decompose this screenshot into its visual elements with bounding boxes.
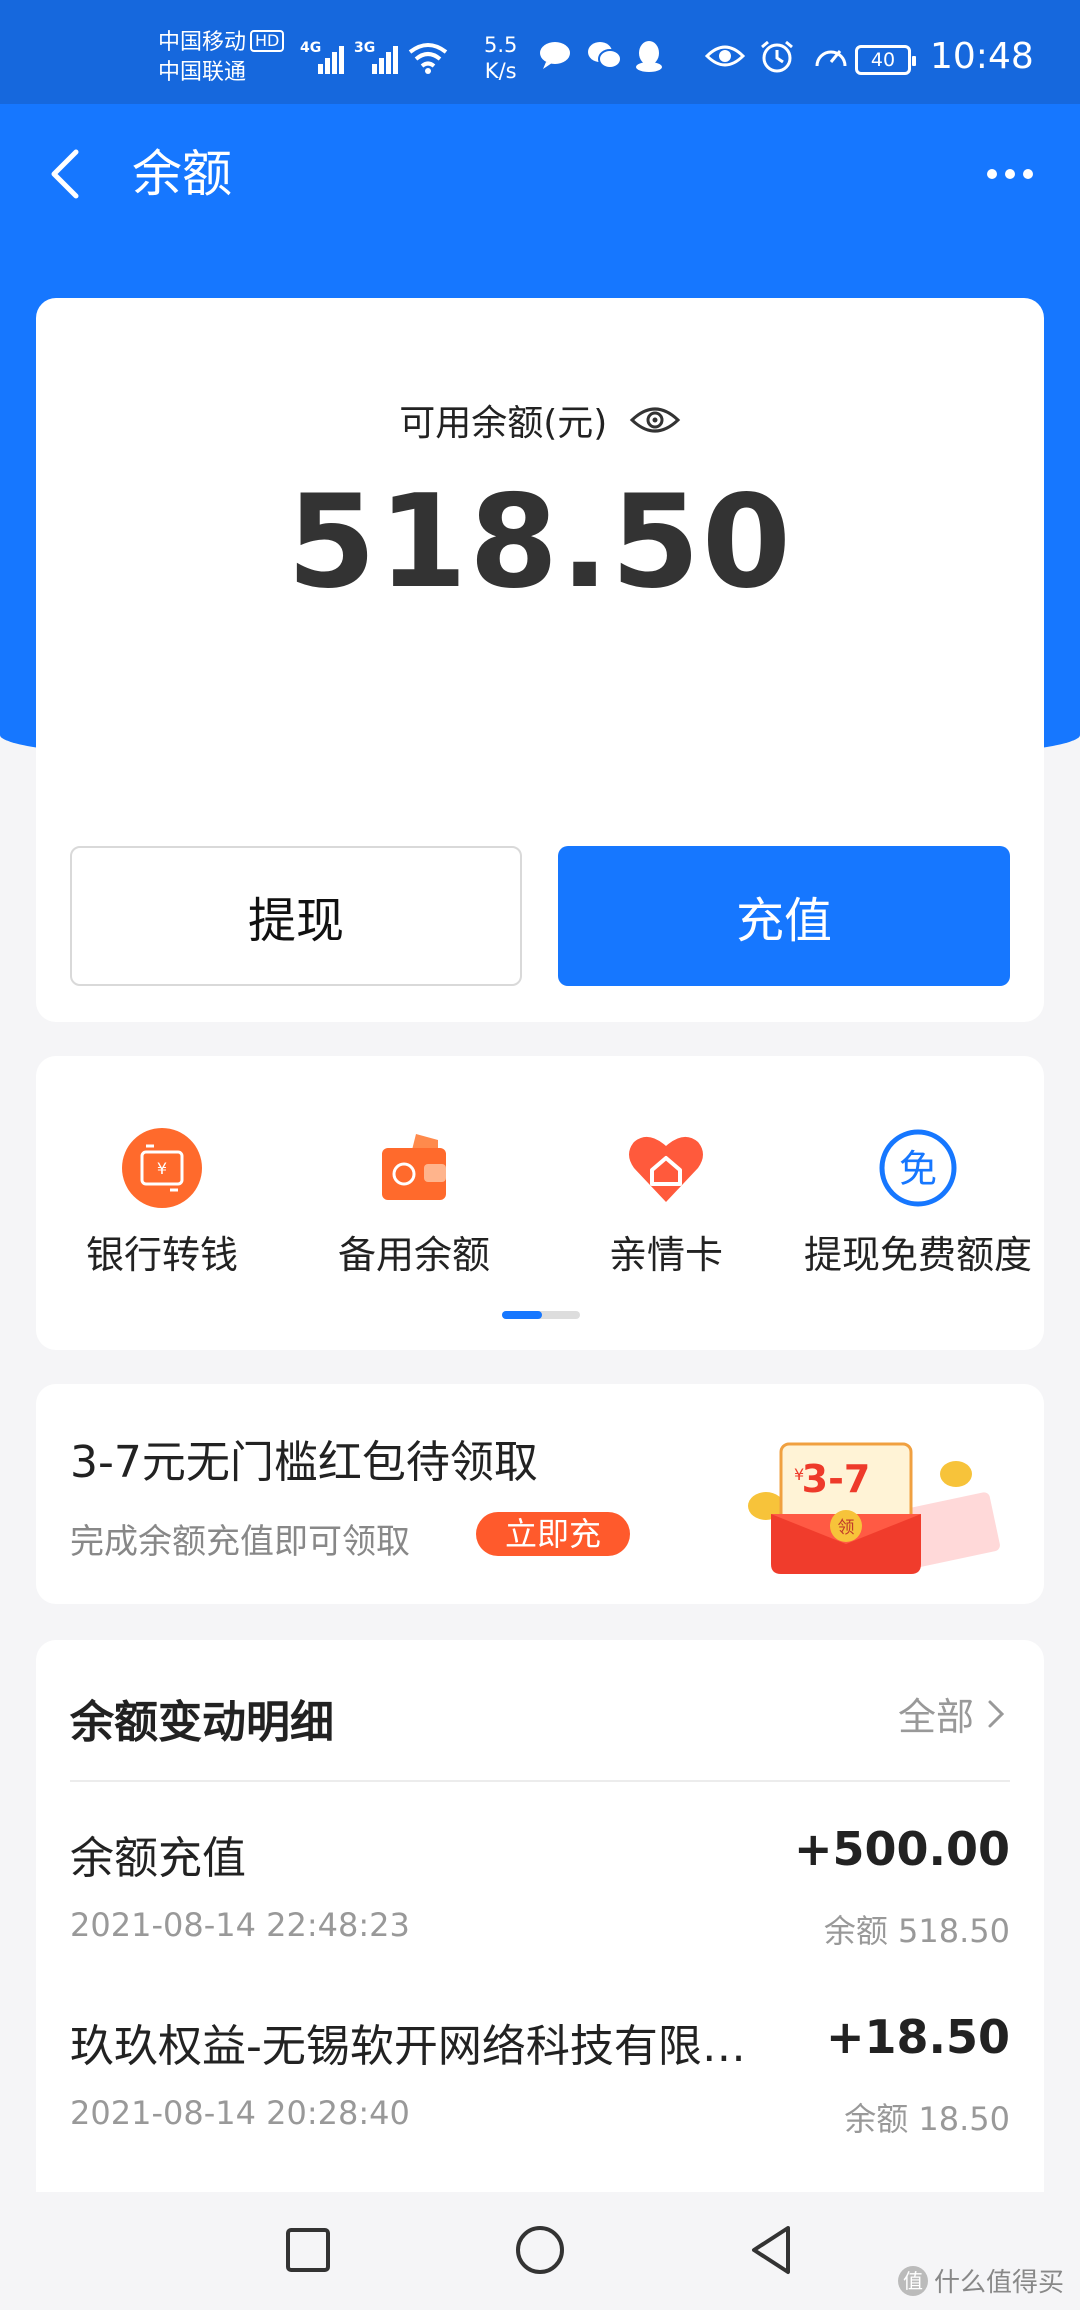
service-family-card[interactable]: 亲情卡 <box>540 1126 792 1279</box>
balance-card: 可用余额(元) 518.50 提现 充值 <box>36 298 1044 1022</box>
alarm-icon <box>759 40 797 73</box>
promo-subtitle: 完成余额充值即可领取 <box>70 1522 410 1562</box>
wifi-icon <box>408 43 448 74</box>
transactions-card: 余额变动明细 全部 余额充值 +500.00 2021-08-14 22:48:… <box>36 1640 1044 2200</box>
services-card: ¥ 银行转钱 备用余额 亲情卡 免 提现免费额度 <box>36 1056 1044 1350</box>
chevron-right-icon <box>988 1700 1005 1727</box>
network-speed-value: 5.5 <box>484 33 518 57</box>
wechat-icon <box>586 40 622 70</box>
app-header: 余额 <box>0 104 1080 244</box>
transaction-balance: 余额 518.50 <box>823 1912 1010 1950</box>
watermark-text: 什么值得买 <box>933 2268 1064 2298</box>
balance-amount: 518.50 <box>287 468 793 617</box>
promo-image-currency: ¥ <box>794 1465 804 1484</box>
eye-toggle-icon[interactable] <box>629 402 681 438</box>
service-free-quota[interactable]: 免 提现免费额度 <box>792 1126 1044 1279</box>
transaction-amount: +500.00 <box>793 1822 1010 1876</box>
signal-3g-label: 3G <box>354 40 376 56</box>
signal-group: 4G 3G <box>300 38 448 74</box>
transaction-time: 2021-08-14 22:48:23 <box>70 1906 410 1944</box>
bank-transfer-icon: ¥ <box>122 1128 202 1208</box>
balance-label: 可用余额(元) <box>399 403 608 444</box>
free-quota-char: 免 <box>899 1147 937 1191</box>
network-speed-unit: K/s <box>484 59 517 83</box>
signal-4g-label: 4G <box>300 40 322 56</box>
battery-level: 40 <box>870 49 896 71</box>
transaction-time: 2021-08-14 20:28:40 <box>70 2094 410 2132</box>
service-label: 提现免费额度 <box>803 1233 1032 1277</box>
system-icons <box>704 40 851 73</box>
status-bar: 中国移动 HD 中国联通 4G 3G 5.5 K/s 40 10:48 <box>0 0 1080 104</box>
svg-text:¥: ¥ <box>157 1159 167 1178</box>
more-dot-icon <box>987 169 997 179</box>
message-icon <box>538 40 572 70</box>
carrier-2: 中国联通 <box>158 60 247 85</box>
recharge-button[interactable]: 充值 <box>558 846 1010 986</box>
family-card-icon <box>629 1136 703 1202</box>
page-title: 余额 <box>132 145 232 203</box>
divider <box>70 1780 1010 1782</box>
clock: 10:48 <box>930 36 1034 77</box>
more-options-button[interactable] <box>980 144 1040 204</box>
service-label: 银行转钱 <box>85 1233 238 1277</box>
promo-title: 3-7元无门槛红包待领取 <box>70 1437 538 1488</box>
chevron-left-icon <box>51 149 79 199</box>
transactions-title: 余额变动明细 <box>70 1697 334 1748</box>
battery-icon: 40 <box>855 45 916 75</box>
transaction-row[interactable]: 余额充值 +500.00 2021-08-14 22:48:23 余额 518.… <box>70 1822 1010 1982</box>
back-button[interactable] <box>40 142 90 206</box>
promo-card[interactable]: 3-7元无门槛红包待领取 完成余额充值即可领取 立即充 3-7 ¥ 领 <box>36 1384 1044 1604</box>
withdraw-button[interactable]: 提现 <box>70 846 522 986</box>
carrier-1: 中国移动 <box>158 30 247 55</box>
speedometer-icon <box>813 40 851 72</box>
transaction-name: 余额充值 <box>70 1833 246 1884</box>
transaction-balance: 余额 18.50 <box>844 2100 1010 2138</box>
network-speed: 5.5 K/s <box>484 32 517 84</box>
watermark-logo: 值 <box>897 2265 928 2296</box>
carrier-info: 中国移动 HD 中国联通 <box>158 28 285 88</box>
page-indicator-active <box>502 1311 542 1319</box>
signal-3g-icon: 3G <box>354 38 398 74</box>
balance-label-row: 可用余额(元) <box>36 394 1044 446</box>
service-bank-transfer[interactable]: ¥ 银行转钱 <box>36 1126 288 1279</box>
transaction-row[interactable]: 玖玖权益-无锡软开网络科技有限… +18.50 2021-08-14 20:28… <box>70 2010 1010 2170</box>
service-label: 备用余额 <box>337 1233 490 1277</box>
notification-icons <box>538 40 668 72</box>
services-page-indicator <box>502 1311 580 1319</box>
watermark: 值 什么值得买 <box>897 2262 1064 2299</box>
back-nav-button[interactable] <box>742 2220 802 2280</box>
more-dot-icon <box>1023 169 1033 179</box>
more-dot-icon <box>1005 169 1015 179</box>
transaction-name: 玖玖权益-无锡软开网络科技有限… <box>70 2021 746 2072</box>
service-label: 亲情卡 <box>608 1233 723 1277</box>
recent-apps-button[interactable] <box>278 2220 338 2280</box>
home-button[interactable] <box>510 2220 570 2280</box>
eye-comfort-icon <box>704 40 746 72</box>
qq-icon <box>634 40 668 72</box>
service-backup-balance[interactable]: 备用余额 <box>288 1126 540 1279</box>
view-all-label: 全部 <box>897 1695 974 1739</box>
transaction-amount: +18.50 <box>825 2010 1010 2064</box>
view-all-link[interactable]: 全部 <box>898 1686 1006 1741</box>
free-quota-icon: 免 <box>879 1129 957 1207</box>
promo-recharge-button[interactable]: 立即充 <box>476 1512 630 1556</box>
red-envelope-image: 3-7 ¥ 领 <box>748 1442 1000 1574</box>
signal-4g-icon: 4G <box>300 38 344 74</box>
wallet-icon <box>382 1134 446 1200</box>
hd-badge: HD <box>250 30 285 52</box>
promo-image-amount: 3-7 <box>802 1457 871 1501</box>
promo-image-badge: 领 <box>838 1518 855 1538</box>
